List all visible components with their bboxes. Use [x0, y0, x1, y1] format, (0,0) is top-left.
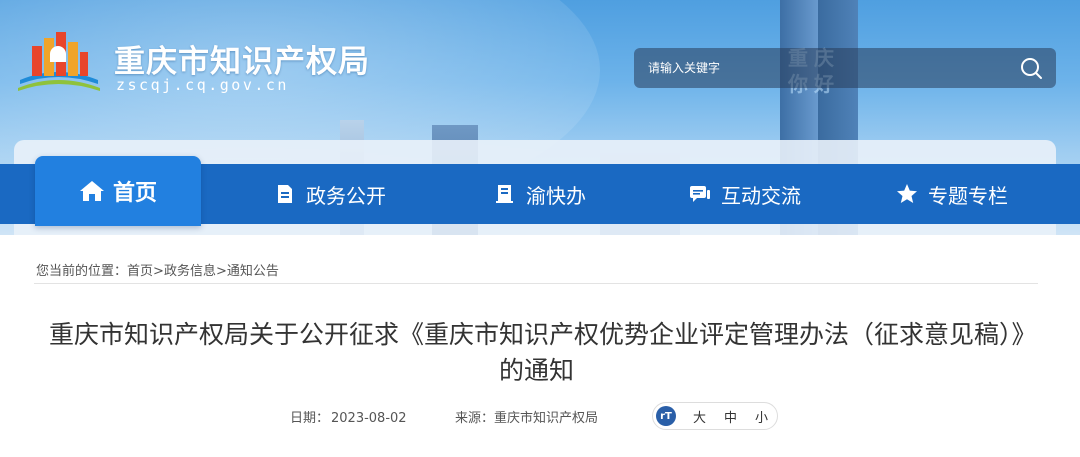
book-icon	[496, 185, 513, 203]
breadcrumb: 您当前的位置：首页>政务信息>通知公告	[36, 260, 279, 279]
font-size-switcher: rT 大 中 小	[652, 402, 778, 430]
source-value: 重庆市知识产权局	[494, 411, 599, 426]
divider	[34, 283, 1038, 284]
breadcrumb-link-notices[interactable]: 通知公告	[227, 264, 279, 279]
font-size-medium[interactable]: 中	[724, 407, 737, 426]
breadcrumb-prefix: 您当前的位置：	[36, 264, 128, 279]
font-size-large[interactable]: 大	[693, 407, 706, 426]
document-icon	[278, 185, 292, 203]
nav-item-label: 渝快办	[526, 183, 586, 208]
nav-item-yukuaiban[interactable]: 渝快办	[470, 164, 610, 224]
source-label: 来源：	[455, 411, 495, 426]
nav-item-label: 互动交流	[721, 183, 801, 208]
breadcrumb-separator: >	[153, 264, 164, 279]
article-date: 日期： 2023-08-02	[290, 407, 407, 426]
font-size-small[interactable]: 小	[755, 407, 768, 426]
nav-item-special-topics[interactable]: 专题专栏	[877, 164, 1027, 224]
article-source: 来源：重庆市知识产权局	[455, 407, 598, 426]
nav-item-home[interactable]: 首页	[35, 156, 201, 226]
article-container: 您当前的位置：首页>政务信息>通知公告 重庆市知识产权局关于公开征求《重庆市知识…	[14, 235, 1056, 457]
date-label: 日期：	[290, 411, 330, 426]
page: 重庆你好 重庆市知识产权局 zscqj.cq.gov.cn	[0, 0, 1080, 457]
article-title: 重庆市知识产权局关于公开征求《重庆市知识产权优势企业评定管理办法（征求意见稿）》…	[48, 320, 1024, 385]
nav-item-gov-affairs[interactable]: 政务公开	[255, 164, 405, 224]
site-title[interactable]: 重庆市知识产权局	[114, 36, 370, 81]
star-icon	[897, 184, 917, 203]
breadcrumb-separator: >	[215, 264, 227, 279]
chat-icon	[690, 186, 710, 202]
search-box	[634, 48, 1056, 88]
logo-icon[interactable]	[14, 28, 102, 98]
font-size-icon: rT	[656, 406, 676, 426]
site-domain: zscqj.cq.gov.cn	[116, 76, 289, 94]
nav-item-interaction[interactable]: 互动交流	[670, 164, 820, 224]
search-input[interactable]	[634, 48, 1004, 88]
search-button[interactable]	[1012, 52, 1052, 84]
nav-item-label: 首页	[112, 181, 157, 206]
date-value: 2023-08-02	[331, 411, 407, 426]
nav-item-label: 政务公开	[306, 183, 386, 208]
breadcrumb-link-home[interactable]: 首页	[127, 264, 153, 279]
nav-item-label: 专题专栏	[928, 183, 1008, 208]
home-icon	[79, 181, 104, 201]
search-icon	[1021, 58, 1042, 79]
breadcrumb-link-gov-info[interactable]: 政务信息	[164, 264, 216, 279]
